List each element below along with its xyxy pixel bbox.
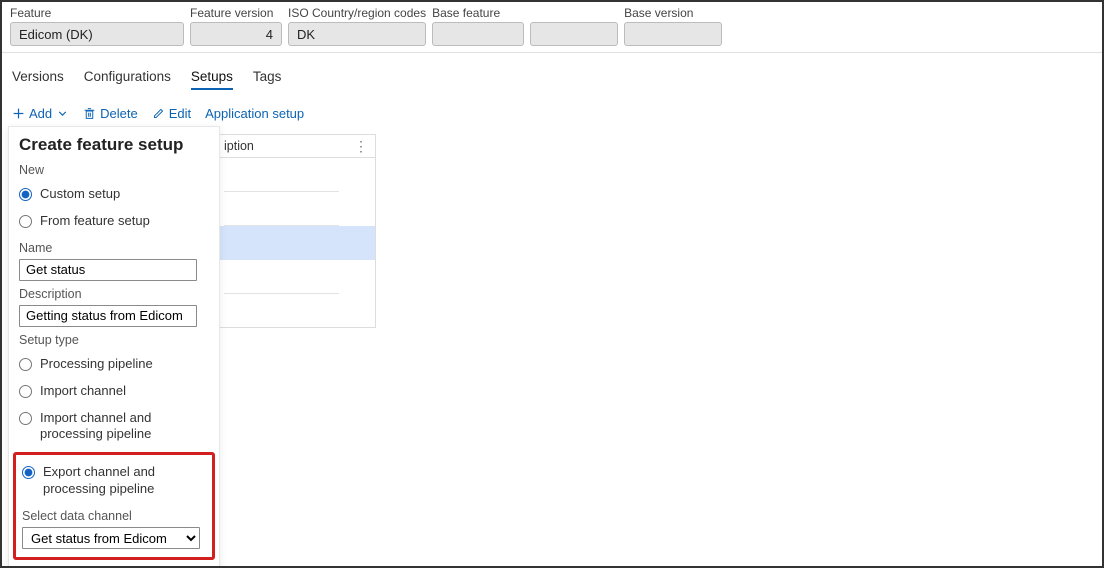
table-row[interactable] (224, 260, 339, 294)
add-button[interactable]: Add (12, 106, 69, 121)
radio-export-and-processing-label: Export channel and processing pipeline (43, 464, 206, 498)
radio-from-feature-setup[interactable]: From feature setup (19, 208, 209, 235)
table-header: iption ⋮ (218, 134, 376, 158)
radio-import-channel-input[interactable] (19, 385, 32, 398)
app-frame: Feature Feature version ISO Country/regi… (0, 0, 1104, 568)
field-base-version: Base version (624, 6, 722, 46)
feature-label: Feature (10, 6, 184, 20)
field-iso: ISO Country/region codes (288, 6, 426, 46)
delete-label: Delete (100, 106, 138, 121)
trash-icon (83, 107, 96, 120)
setup-type-label: Setup type (19, 333, 209, 347)
field-base-feature: Base feature (432, 6, 524, 46)
table-row[interactable] (224, 294, 339, 328)
iso-label: ISO Country/region codes (288, 6, 426, 20)
radio-import-and-processing-label: Import channel and processing pipeline (40, 410, 209, 444)
feature-input[interactable] (10, 22, 184, 46)
select-data-channel-dropdown[interactable]: Get status from Edicom (22, 527, 200, 549)
radio-export-and-processing[interactable]: Export channel and processing pipeline (22, 459, 206, 503)
create-feature-setup-panel: Create feature setup New Custom setup Fr… (8, 126, 220, 568)
application-setup-label: Application setup (205, 106, 304, 121)
radio-from-feature-setup-input[interactable] (19, 215, 32, 228)
base-version-input[interactable] (624, 22, 722, 46)
radio-processing-pipeline[interactable]: Processing pipeline (19, 351, 209, 378)
radio-custom-setup-input[interactable] (19, 188, 32, 201)
section-new-label: New (19, 163, 209, 177)
name-label: Name (19, 241, 209, 255)
feature-version-label: Feature version (190, 6, 282, 20)
chevron-down-icon (56, 107, 69, 120)
pencil-icon (152, 107, 165, 120)
table-row[interactable] (224, 192, 339, 226)
base-version-label: Base version (624, 6, 722, 20)
tabs-row: Versions Configurations Setups Tags (2, 53, 1102, 100)
radio-import-channel[interactable]: Import channel (19, 378, 209, 405)
radio-import-channel-label: Import channel (40, 383, 126, 400)
top-fields-row: Feature Feature version ISO Country/regi… (2, 2, 1102, 53)
radio-import-and-processing[interactable]: Import channel and processing pipeline (19, 405, 209, 449)
radio-import-and-processing-input[interactable] (19, 412, 32, 425)
tab-setups[interactable]: Setups (191, 69, 233, 90)
description-label: Description (19, 287, 209, 301)
radio-processing-pipeline-label: Processing pipeline (40, 356, 153, 373)
radio-export-and-processing-input[interactable] (22, 466, 35, 479)
field-feature-version: Feature version (190, 6, 282, 46)
feature-version-input[interactable] (190, 22, 282, 46)
field-base-feature-2 (530, 6, 618, 46)
radio-from-feature-setup-label: From feature setup (40, 213, 150, 230)
name-input[interactable] (19, 259, 197, 281)
tab-tags[interactable]: Tags (253, 69, 282, 90)
base-feature-input[interactable] (432, 22, 524, 46)
delete-button[interactable]: Delete (83, 106, 138, 121)
plus-icon (12, 107, 25, 120)
application-setup-button[interactable]: Application setup (205, 106, 304, 121)
add-label: Add (29, 106, 52, 121)
tab-configurations[interactable]: Configurations (84, 69, 171, 90)
table-row[interactable] (224, 158, 339, 192)
toolbar: Add Delete Edit Application setup (2, 100, 1102, 127)
panel-title: Create feature setup (19, 135, 209, 155)
edit-label: Edit (169, 106, 191, 121)
tab-versions[interactable]: Versions (12, 69, 64, 90)
edit-button[interactable]: Edit (152, 106, 191, 121)
select-data-channel-label: Select data channel (22, 509, 206, 523)
base-feature-label: Base feature (432, 6, 524, 20)
iso-input[interactable] (288, 22, 426, 46)
radio-processing-pipeline-input[interactable] (19, 358, 32, 371)
table-header-menu[interactable]: ⋮ (354, 138, 375, 155)
table-row-selected[interactable] (218, 226, 375, 260)
highlighted-section: Export channel and processing pipeline S… (13, 452, 215, 560)
table-body (218, 158, 376, 328)
field-feature: Feature (10, 6, 184, 46)
radio-custom-setup[interactable]: Custom setup (19, 181, 209, 208)
table-col-description: iption (224, 139, 254, 153)
description-input[interactable] (19, 305, 197, 327)
base-feature-input-2[interactable] (530, 22, 618, 46)
radio-custom-setup-label: Custom setup (40, 186, 120, 203)
